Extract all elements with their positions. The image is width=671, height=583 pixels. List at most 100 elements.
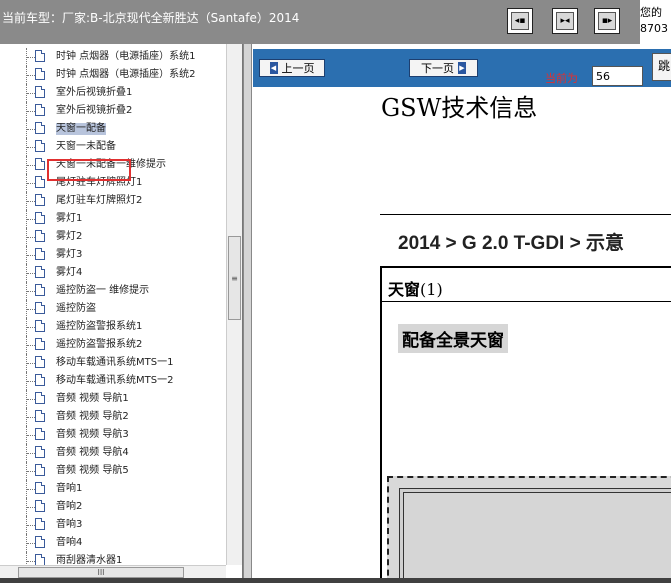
tree-item[interactable]: 音响3 bbox=[0, 516, 226, 534]
tree-item-label: 移动车载通讯系统MTS一2 bbox=[56, 375, 174, 386]
tree-item-label: 室外后视镜折叠1 bbox=[56, 87, 133, 98]
tree-connector bbox=[27, 255, 35, 256]
tree-item[interactable]: 室外后视镜折叠1 bbox=[0, 84, 226, 102]
tree-item[interactable]: 音频 视频 导航5 bbox=[0, 462, 226, 480]
tree-connector bbox=[27, 237, 35, 238]
tree-item[interactable]: 音响1 bbox=[0, 480, 226, 498]
document-icon bbox=[35, 284, 45, 296]
tree-item[interactable]: 音频 视频 导航1 bbox=[0, 390, 226, 408]
tree-item-label: 音频 视频 导航2 bbox=[56, 411, 129, 422]
tree-item-label: 遥控防盗警报系统1 bbox=[56, 321, 143, 332]
tree-item[interactable]: 雾灯3 bbox=[0, 246, 226, 264]
section-suffix: (1) bbox=[420, 280, 443, 299]
expand-right-button[interactable]: ▪▸ bbox=[594, 8, 620, 34]
diagram-figure bbox=[387, 476, 671, 578]
tree-item[interactable]: 室外后视镜折叠2 bbox=[0, 102, 226, 120]
tree-item[interactable]: 时钟 点烟器（电源插座）系统1 bbox=[0, 48, 226, 66]
scrollbar-thumb[interactable]: ≡ bbox=[228, 236, 241, 320]
tree-item[interactable]: 音响2 bbox=[0, 498, 226, 516]
tree-item[interactable]: 移动车载通讯系统MTS一1 bbox=[0, 354, 226, 372]
tree-item[interactable]: 遥控防盗警报系统2 bbox=[0, 336, 226, 354]
subheading: 配备全景天窗 bbox=[398, 324, 508, 353]
tree-connector bbox=[27, 453, 35, 454]
tree-item-label: 音频 视频 导航5 bbox=[56, 465, 129, 476]
document-icon bbox=[35, 86, 45, 98]
tree-item-label: 天窗一未配备 bbox=[56, 141, 116, 152]
section-header: 天窗(1) bbox=[382, 268, 671, 302]
tree-item-label: 音频 视频 导航4 bbox=[56, 447, 129, 458]
section-title: 天窗 bbox=[388, 280, 421, 299]
tree-item[interactable]: 音频 视频 导航3 bbox=[0, 426, 226, 444]
tree-connector bbox=[27, 309, 35, 310]
document-icon bbox=[35, 176, 45, 188]
current-vehicle-title: 当前车型：厂家:B-北京现代全新胜达（Santafe）2014 bbox=[2, 11, 300, 25]
document-icon bbox=[35, 266, 45, 278]
tree-item-label: 移动车载通讯系统MTS一1 bbox=[56, 357, 174, 368]
tree-item[interactable]: 音响4 bbox=[0, 534, 226, 552]
document-icon bbox=[35, 410, 45, 422]
tree-item-label: 音响1 bbox=[56, 483, 83, 494]
scrollbar-thumb-horizontal[interactable]: III bbox=[18, 567, 184, 578]
tree-item-label: 室外后视镜折叠2 bbox=[56, 105, 133, 116]
document-pane: ◀ 上一页 下一页 ▶ 当前为 跳 GSW技术信息 2014 > G 2.0 T… bbox=[253, 44, 671, 578]
arrow-right-icon: ▶ bbox=[458, 62, 466, 74]
document-icon bbox=[35, 50, 45, 62]
next-page-button[interactable]: 下一页 ▶ bbox=[409, 59, 478, 77]
tree-item-label: 时钟 点烟器（电源插座）系统1 bbox=[56, 51, 196, 62]
document-icon bbox=[35, 194, 45, 206]
document-icon bbox=[35, 158, 45, 170]
tree-item[interactable]: 音频 视频 导航2 bbox=[0, 408, 226, 426]
pane-splitter[interactable] bbox=[243, 44, 252, 583]
tree-item-label: 尾灯驻车灯牌照灯2 bbox=[56, 195, 143, 206]
tree-item-label: 雾灯4 bbox=[56, 267, 83, 278]
document-icon bbox=[35, 122, 45, 134]
document-icon bbox=[35, 374, 45, 386]
document-icon bbox=[35, 356, 45, 368]
document-icon bbox=[35, 536, 45, 548]
prev-page-button[interactable]: ◀ 上一页 bbox=[259, 59, 325, 77]
document-icon bbox=[35, 500, 45, 512]
tree-vertical-scrollbar[interactable]: ≡ bbox=[226, 44, 242, 565]
page-number-input[interactable] bbox=[592, 66, 643, 86]
tree-connector bbox=[27, 183, 35, 184]
tree-item[interactable]: 音频 视频 导航4 bbox=[0, 444, 226, 462]
document-icon bbox=[35, 302, 45, 314]
tree-item-label: 音响3 bbox=[56, 519, 83, 530]
tree-item[interactable]: 遥控防盗一 维修提示 bbox=[0, 282, 226, 300]
tree-connector bbox=[27, 327, 35, 328]
next-page-label: 下一页 bbox=[421, 62, 454, 75]
diagram-inner-frame bbox=[403, 492, 671, 578]
tree-item-label: 音响4 bbox=[56, 537, 83, 548]
tree-item[interactable]: 雾灯2 bbox=[0, 228, 226, 246]
tree-item-label: 遥控防盗 bbox=[56, 303, 96, 314]
tree-item-label: 音频 视频 导航3 bbox=[56, 429, 129, 440]
tree-item[interactable]: 遥控防盗 bbox=[0, 300, 226, 318]
tree-item-label: 雾灯1 bbox=[56, 213, 83, 224]
tree-item[interactable]: 雾灯1 bbox=[0, 210, 226, 228]
tree-item[interactable]: 天窗一配备 bbox=[0, 120, 226, 138]
selection-highlight-box bbox=[47, 159, 131, 181]
tree-pane[interactable]: 时钟 点烟器（电源插座）系统1 时钟 点烟器（电源插座）系统2 室外后视镜折叠1 室外… bbox=[0, 44, 243, 583]
tree-item[interactable]: 遥控防盗警报系统1 bbox=[0, 318, 226, 336]
tree-connector bbox=[27, 345, 35, 346]
tree-item[interactable]: 雾灯4 bbox=[0, 264, 226, 282]
tree-item[interactable]: 移动车载通讯系统MTS一2 bbox=[0, 372, 226, 390]
tree-horizontal-scrollbar[interactable]: III bbox=[0, 565, 226, 579]
tree-connector bbox=[27, 273, 35, 274]
tree-connector bbox=[27, 93, 35, 94]
tree-connector bbox=[27, 75, 35, 76]
document-icon bbox=[35, 446, 45, 458]
title-divider bbox=[380, 214, 671, 215]
split-view-button[interactable]: ▸◂ bbox=[552, 8, 578, 34]
collapse-left-button[interactable]: ◂▪ bbox=[507, 8, 533, 34]
tree-connector bbox=[27, 291, 35, 292]
tree-item-label: 时钟 点烟器（电源插座）系统2 bbox=[56, 69, 196, 80]
document-icon bbox=[35, 230, 45, 242]
user-info-line2: 8703 bbox=[640, 22, 668, 35]
document-icon bbox=[35, 68, 45, 80]
tree-item[interactable]: 天窗一未配备 bbox=[0, 138, 226, 156]
tree-item[interactable]: 时钟 点烟器（电源插座）系统2 bbox=[0, 66, 226, 84]
document-icon bbox=[35, 464, 45, 476]
tree-item[interactable]: 尾灯驻车灯牌照灯2 bbox=[0, 192, 226, 210]
jump-button[interactable]: 跳 bbox=[652, 53, 671, 81]
